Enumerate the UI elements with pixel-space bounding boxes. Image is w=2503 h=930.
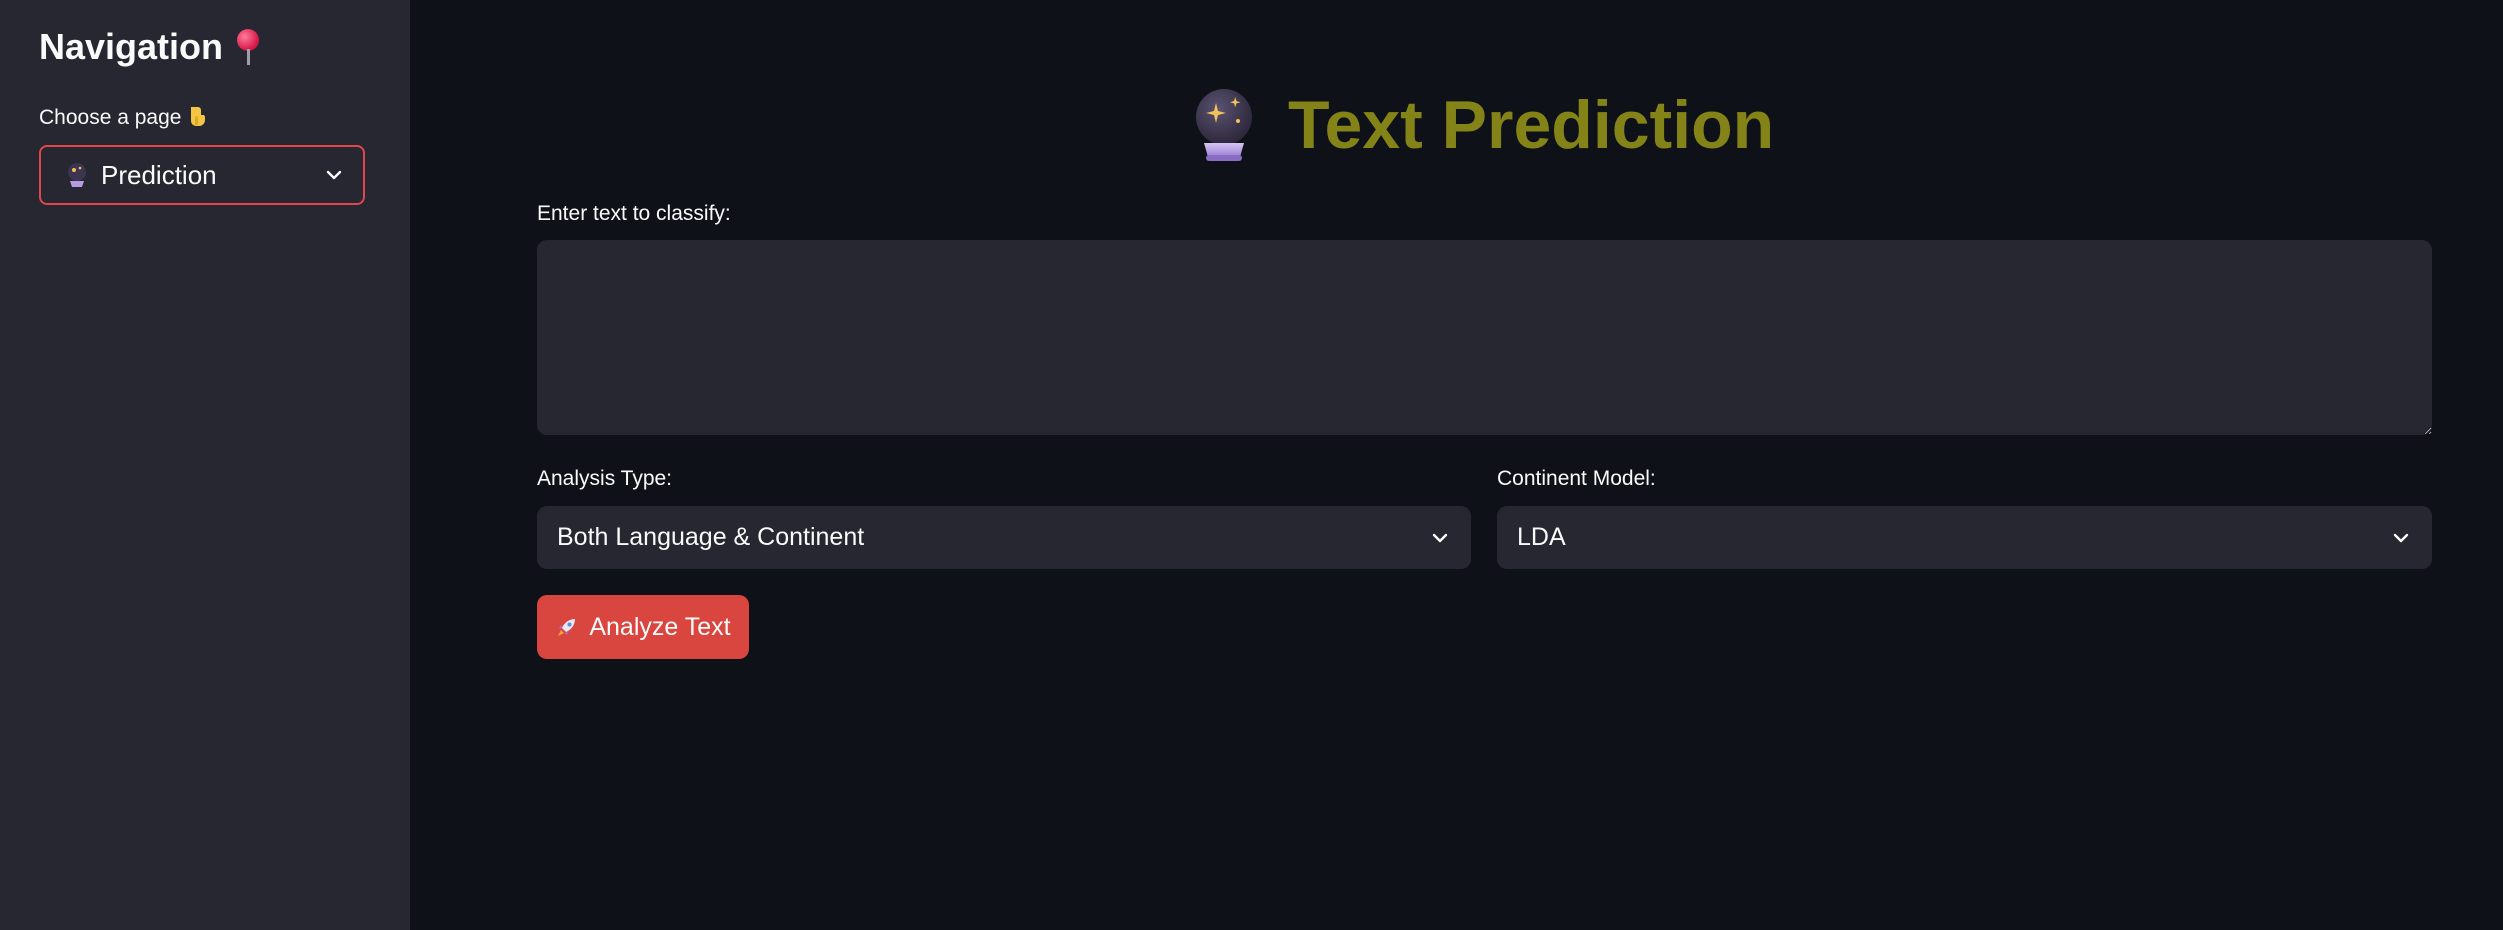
sidebar-title-text: Navigation (39, 26, 224, 67)
chevron-down-icon (325, 166, 343, 184)
chevron-down-icon (1431, 529, 1449, 547)
crystal-ball-icon (1190, 87, 1258, 163)
rocket-icon (555, 615, 579, 639)
round-pushpin-icon (233, 27, 263, 67)
page-title-text: Text Prediction (1288, 87, 1775, 163)
page-select[interactable]: Prediction (39, 145, 365, 205)
page-title: Text Prediction (1190, 85, 1774, 165)
continent-model-select[interactable]: LDA (1497, 506, 2432, 569)
analysis-type-select[interactable]: Both Language & Continent (537, 506, 1471, 569)
chevron-down-icon (2392, 529, 2410, 547)
app-window: Navigation Choose a page Prediction Text… (0, 0, 2503, 930)
analyze-text-button[interactable]: Analyze Text (537, 595, 749, 659)
classify-text-input[interactable] (537, 240, 2432, 435)
page-select-value: Prediction (101, 159, 217, 190)
sidebar: Navigation Choose a page Prediction (0, 0, 410, 930)
crystal-ball-icon (65, 162, 89, 188)
continent-model-label: Continent Model: (1497, 467, 1656, 490)
analysis-type-label: Analysis Type: (537, 467, 673, 490)
analysis-type-value: Both Language & Continent (557, 523, 865, 551)
choose-page-label: Choose a page (39, 105, 207, 131)
continent-model-value: LDA (1517, 523, 1566, 551)
sidebar-title: Navigation (39, 26, 263, 68)
text-input-label: Enter text to classify: (537, 202, 731, 225)
choose-page-label-text: Choose a page (39, 106, 182, 129)
pointing-down-icon (187, 105, 207, 131)
analyze-text-button-label: Analyze Text (589, 612, 731, 641)
